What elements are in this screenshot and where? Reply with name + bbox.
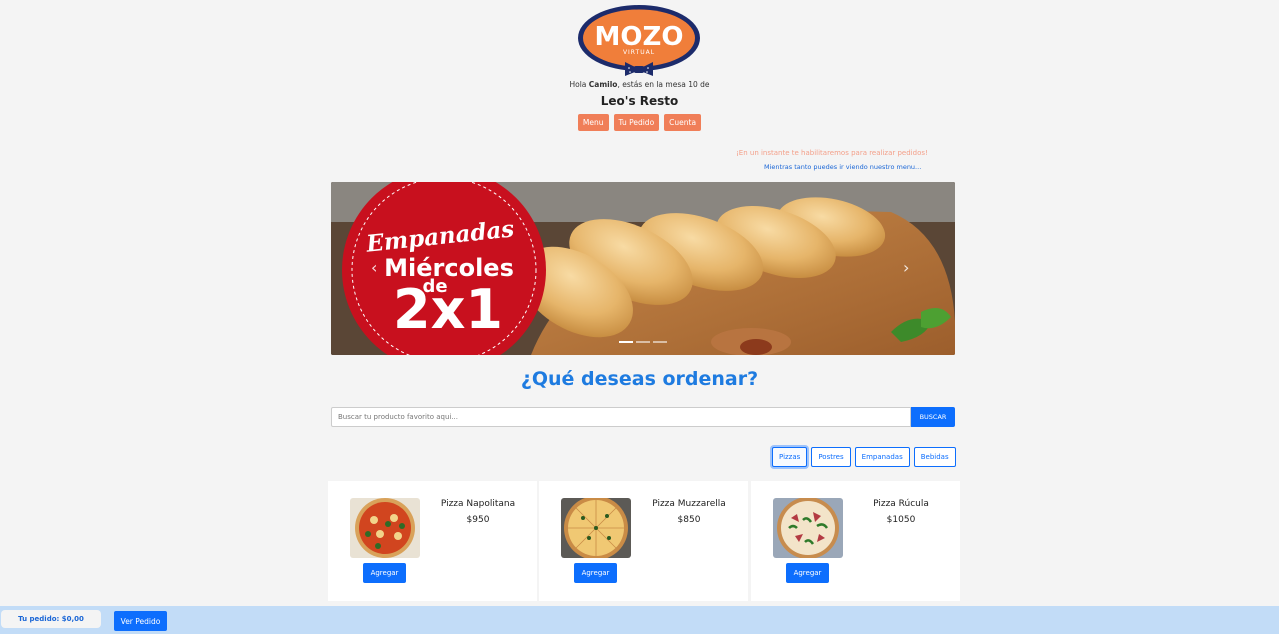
promo-banner-image: Empanadas Miércoles de 2x1 <box>331 182 955 355</box>
category-bebidas-button[interactable]: Bebidas <box>913 447 956 467</box>
add-product-button[interactable]: Agregar <box>363 563 406 583</box>
carousel-prev-icon[interactable]: ‹ <box>371 258 377 277</box>
product-card: Pizza Muzzarella $850 Agregar <box>539 481 748 601</box>
svg-text:2x1: 2x1 <box>393 278 503 341</box>
product-price: $1050 <box>886 515 916 525</box>
product-name: Pizza Muzzarella <box>652 499 726 509</box>
promo-carousel[interactable]: Empanadas Miércoles de 2x1 ‹ › <box>331 182 955 355</box>
top-nav: Menu Tu Pedido Cuenta <box>0 114 1279 131</box>
product-image <box>773 498 843 558</box>
product-card: Pizza Rúcula $1050 Agregar <box>751 481 960 601</box>
user-name: Camilo <box>588 80 618 89</box>
category-pizzas-button[interactable]: Pizzas <box>772 447 808 467</box>
category-filters: Pizzas Postres Empanadas Bebidas <box>772 447 956 467</box>
search-button[interactable]: BUSCAR <box>911 407 955 427</box>
carousel-next-icon[interactable]: › <box>903 258 909 277</box>
nav-cuenta-button[interactable]: Cuenta <box>664 114 702 131</box>
browse-notice: Mientras tanto puedes ir viendo nuestro … <box>764 163 922 171</box>
waiting-notice: ¡En un instante te habilitaremos para re… <box>736 149 928 157</box>
category-empanadas-button[interactable]: Empanadas <box>854 447 910 467</box>
product-card: Pizza Napolitana $950 Agregar <box>328 481 537 601</box>
product-price: $950 <box>466 515 490 525</box>
category-postres-button[interactable]: Postres <box>811 447 851 467</box>
product-search-input[interactable] <box>331 407 911 427</box>
restaurant-name: Leo's Resto <box>600 94 679 108</box>
product-name: Pizza Rúcula <box>873 499 929 509</box>
svg-text:VIRTUAL: VIRTUAL <box>623 49 655 56</box>
order-total: Tu pedido: $0,00 <box>1 610 101 628</box>
add-product-button[interactable]: Agregar <box>574 563 617 583</box>
nav-tu-pedido-button[interactable]: Tu Pedido <box>613 114 660 131</box>
product-image <box>350 498 420 558</box>
carousel-indicators <box>619 341 667 343</box>
mozo-virtual-logo: MOZO VIRTUAL <box>577 4 701 76</box>
product-price: $850 <box>677 515 701 525</box>
carousel-indicator[interactable] <box>619 341 633 343</box>
order-question-heading: ¿Qué deseas ordenar? <box>520 368 759 390</box>
greeting-text: Hola Camilo, estás en la mesa 10 de <box>569 80 710 89</box>
nav-menu-button[interactable]: Menu <box>577 114 609 131</box>
product-name: Pizza Napolitana <box>440 499 516 509</box>
svg-text:MOZO: MOZO <box>595 22 684 52</box>
product-image <box>561 498 631 558</box>
order-footer-bar: Tu pedido: $0,00 Ver Pedido <box>0 606 1279 634</box>
carousel-indicator[interactable] <box>653 341 667 343</box>
add-product-button[interactable]: Agregar <box>786 563 829 583</box>
view-order-button[interactable]: Ver Pedido <box>114 611 167 631</box>
carousel-indicator[interactable] <box>636 341 650 343</box>
